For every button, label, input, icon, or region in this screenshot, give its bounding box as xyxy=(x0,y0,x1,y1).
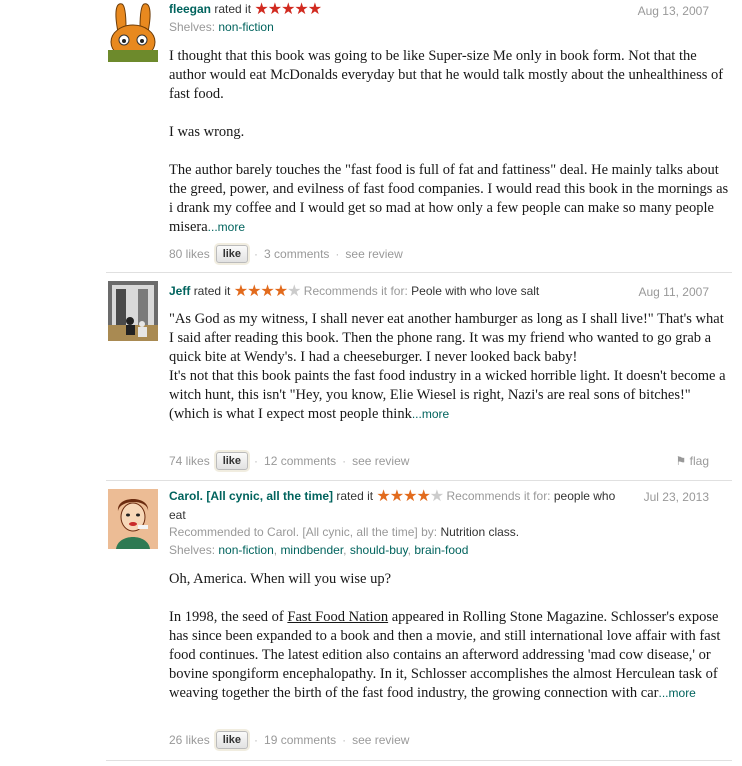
rating-stars: ★★★★★ xyxy=(254,1,322,19)
likes-count[interactable]: 26 likes xyxy=(169,733,210,747)
see-review-link[interactable]: see review xyxy=(352,454,409,468)
star-filled-icon: ★ xyxy=(389,488,404,505)
avatar[interactable] xyxy=(108,489,158,549)
review-paragraph: It's not that this book paints the fast … xyxy=(169,367,729,424)
review-paragraph: I thought that this book was going to be… xyxy=(169,48,724,102)
star-filled-icon: ★ xyxy=(233,283,248,300)
shelf-link[interactable]: non-fiction xyxy=(218,543,273,557)
divider xyxy=(106,760,732,761)
recommends-label: Recommends it for: xyxy=(446,489,551,503)
see-review-link[interactable]: see review xyxy=(345,247,402,261)
shelves-line: Shelves: non-fiction, mindbender, should… xyxy=(169,543,469,557)
review-footer: 26 likes like · 19 comments · see review xyxy=(169,731,409,749)
star-filled-icon: ★ xyxy=(307,1,322,18)
book-link[interactable]: Fast Food Nation xyxy=(287,609,388,625)
separator: · xyxy=(254,247,259,261)
review-paragraph: I was wrong. xyxy=(169,124,245,140)
recommends-value: Peole with who love salt xyxy=(411,284,540,298)
recommends-label: Recommends it for: xyxy=(303,284,408,298)
comments-link[interactable]: 19 comments xyxy=(264,733,336,747)
review-footer: 80 likes like · 3 comments · see review xyxy=(169,245,403,263)
review-header: Jeff rated it ★★★★★ Recommends it for: P… xyxy=(169,282,712,301)
likes-count[interactable]: 74 likes xyxy=(169,454,210,468)
rated-text: rated it xyxy=(214,2,252,16)
flag-link[interactable]: ⚑ flag xyxy=(676,454,709,468)
shelf-link[interactable]: mindbender xyxy=(280,543,343,557)
like-button[interactable]: like xyxy=(215,245,249,263)
reviewer-name[interactable]: fleegan xyxy=(169,2,211,16)
star-filled-icon: ★ xyxy=(267,1,282,18)
star-filled-icon: ★ xyxy=(403,488,417,505)
shelves-line: Shelves: non-fiction xyxy=(169,18,274,36)
comments-link[interactable]: 3 comments xyxy=(264,247,329,261)
comments-link[interactable]: 12 comments xyxy=(264,454,336,468)
review-paragraph: The author barely touches the "fast food… xyxy=(169,161,729,237)
review-body: "As God as my witness, I shall never eat… xyxy=(169,310,729,424)
rating-stars: ★★★★★ xyxy=(376,488,444,506)
review-text: The author barely touches the "fast food… xyxy=(169,162,729,235)
star-filled-icon: ★ xyxy=(260,283,274,300)
recommended-to-line: Recommended to Carol. [All cynic, all th… xyxy=(169,523,519,541)
review-body: Oh, America. When will you wise up? In 1… xyxy=(169,570,729,703)
recommended-to-label: Recommended to Carol. [All cynic, all th… xyxy=(169,525,438,539)
rated-text: rated it xyxy=(336,489,374,503)
star-filled-icon: ★ xyxy=(273,283,288,300)
star-filled-icon: ★ xyxy=(254,1,268,18)
divider xyxy=(106,272,732,273)
star-empty-icon: ★ xyxy=(429,488,444,505)
rating-stars: ★★★★★ xyxy=(233,283,302,301)
avatar[interactable] xyxy=(108,2,158,62)
star-filled-icon: ★ xyxy=(376,488,390,505)
separator: · xyxy=(254,733,259,747)
separator: · xyxy=(342,454,347,468)
reviewer-name[interactable]: Jeff xyxy=(169,284,190,298)
shelf-link[interactable]: should-buy xyxy=(350,543,408,557)
see-review-link[interactable]: see review xyxy=(352,733,409,747)
review-footer: 74 likes like · 12 comments · see review xyxy=(169,452,409,470)
star-empty-icon: ★ xyxy=(287,283,301,300)
star-filled-icon: ★ xyxy=(294,1,308,18)
flag-label: flag xyxy=(689,454,709,468)
review-date[interactable]: Aug 11, 2007 xyxy=(638,285,709,299)
review-date[interactable]: Aug 13, 2007 xyxy=(638,4,709,18)
review-header: Carol. [All cynic, all the time] rated i… xyxy=(169,487,622,524)
review-paragraph: Oh, America. When will you wise up? xyxy=(169,571,392,587)
recommended-to-value: Nutrition class. xyxy=(440,525,520,539)
separator: · xyxy=(342,733,347,747)
star-filled-icon: ★ xyxy=(416,488,430,505)
review-text: In 1998, the seed of xyxy=(169,609,288,625)
like-button[interactable]: like xyxy=(215,452,249,470)
star-filled-icon: ★ xyxy=(281,1,295,18)
review-paragraph: "As God as my witness, I shall never eat… xyxy=(169,311,724,365)
review-header: fleegan rated it ★★★★★ xyxy=(169,0,712,19)
reviewer-name[interactable]: Carol. [All cynic, all the time] xyxy=(169,489,333,503)
like-button[interactable]: like xyxy=(215,731,249,749)
review-date[interactable]: Jul 23, 2013 xyxy=(644,490,709,504)
more-link[interactable]: ...more xyxy=(659,686,696,700)
review-paragraph: In 1998, the seed of Fast Food Nation ap… xyxy=(169,608,729,703)
rated-text: rated it xyxy=(193,284,231,298)
flag-icon: ⚑ xyxy=(675,454,687,468)
more-link[interactable]: ...more xyxy=(412,407,449,421)
review-body: I thought that this book was going to be… xyxy=(169,47,729,237)
avatar[interactable] xyxy=(108,281,158,341)
divider xyxy=(106,480,732,481)
shelf-link[interactable]: brain-food xyxy=(414,543,468,557)
reviews-list: fleegan rated it ★★★★★ Aug 13, 2007 Shel… xyxy=(0,0,742,766)
separator: · xyxy=(254,454,259,468)
star-filled-icon: ★ xyxy=(247,283,261,300)
shelf-link[interactable]: non-fiction xyxy=(218,20,273,34)
shelves-label: Shelves: xyxy=(169,20,216,34)
more-link[interactable]: ...more xyxy=(208,220,245,234)
shelves-label: Shelves: xyxy=(169,543,216,557)
likes-count[interactable]: 80 likes xyxy=(169,247,210,261)
separator: · xyxy=(335,247,340,261)
